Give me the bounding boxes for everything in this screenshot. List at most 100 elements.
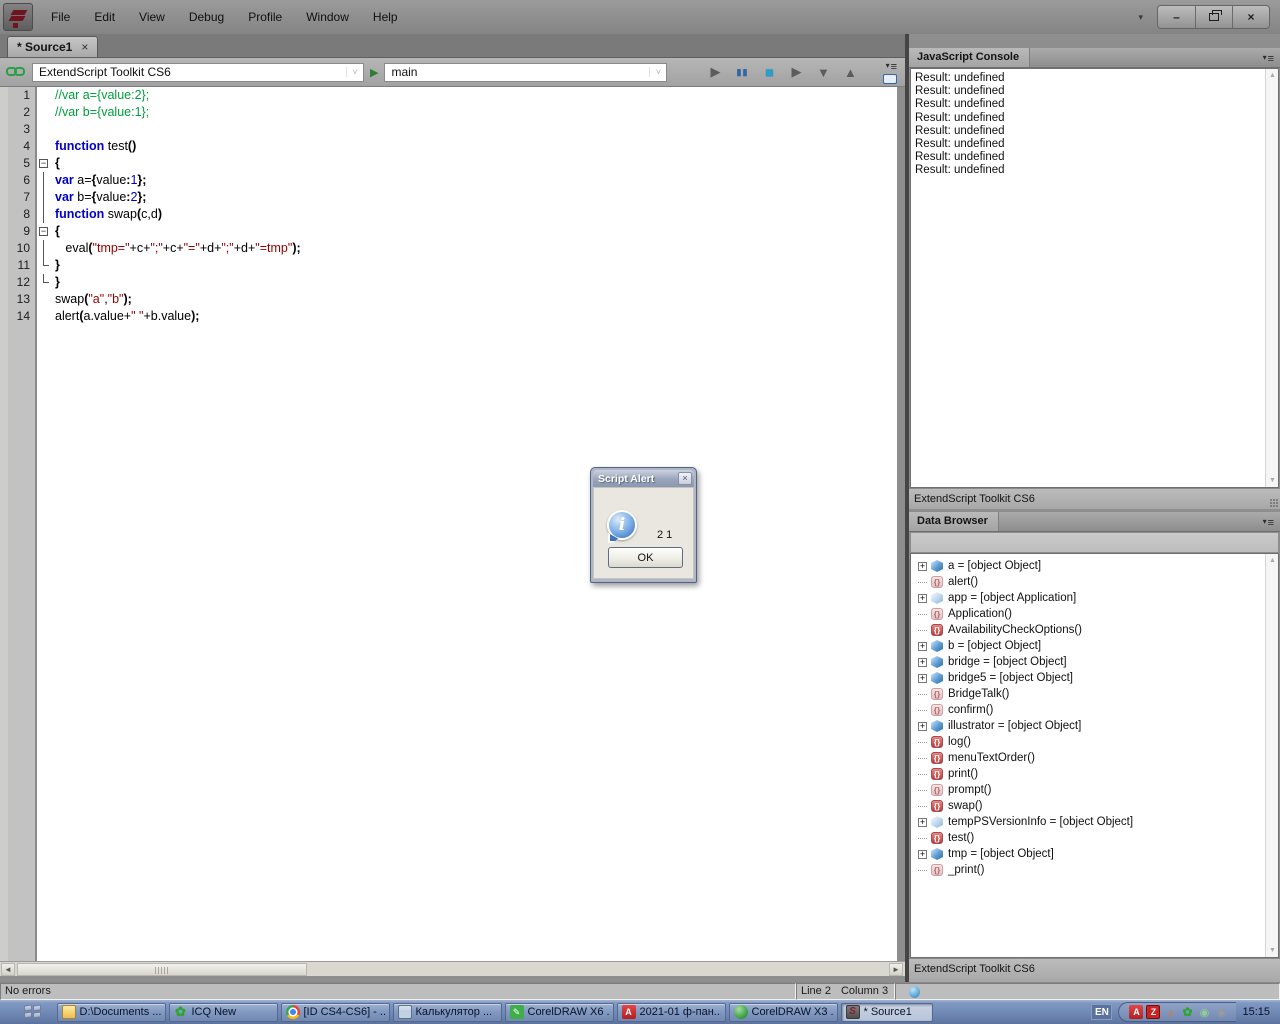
tree-row[interactable]: {}alert()	[911, 574, 1278, 590]
stop-button-stop-icon[interactable]: ■	[759, 62, 779, 82]
tab-source1[interactable]: * Source1 ×	[7, 36, 98, 57]
menu-file[interactable]: File	[39, 0, 82, 34]
tree-row[interactable]: {}Application()	[911, 606, 1278, 622]
taskbar-clock[interactable]: 15:15	[1242, 1006, 1270, 1018]
tree-row[interactable]: {}BridgeTalk()	[911, 686, 1278, 702]
tree-row[interactable]: +bridge5 = [object Object]	[911, 670, 1278, 686]
step-out-button-step-out-icon[interactable]: ▲	[840, 62, 860, 82]
tree-row[interactable]: {}prompt()	[911, 782, 1278, 798]
data-browser-menu-icon[interactable]: ▾≡	[1263, 512, 1280, 531]
workspace-caret-icon[interactable]: ▾	[1138, 12, 1143, 23]
taskbar-item[interactable]: S* Source1	[841, 1003, 933, 1022]
menu-debug[interactable]: Debug	[177, 0, 236, 34]
tree-row[interactable]: +illustrator = [object Object]	[911, 718, 1278, 734]
code-line[interactable]: //var a={value:2};	[55, 87, 897, 104]
code-line[interactable]: var a={value:1};	[55, 172, 897, 189]
menu-edit[interactable]: Edit	[82, 0, 127, 34]
scroll-right-icon[interactable]: ►	[889, 963, 903, 976]
minimize-button[interactable]: –	[1158, 6, 1195, 28]
ok-button[interactable]: OK	[608, 547, 683, 568]
resize-grip-icon[interactable]	[1270, 499, 1278, 507]
tree-row[interactable]: {}print()	[911, 766, 1278, 782]
restore-button[interactable]	[1195, 6, 1232, 28]
fold-cell[interactable]	[37, 206, 52, 223]
windows-logo-icon[interactable]	[24, 1005, 41, 1019]
fold-cell[interactable]: −	[37, 223, 52, 240]
data-browser-scrollbar[interactable]: ▲ ▼	[1265, 554, 1278, 957]
chevron-down-icon[interactable]: ˅	[649, 67, 666, 77]
menu-profile[interactable]: Profile	[236, 0, 294, 34]
editor-panel-menu-icon[interactable]: ▾≡	[886, 60, 897, 73]
taskbar-item[interactable]: ✿ICQ New	[169, 1003, 278, 1022]
fold-cell[interactable]	[37, 257, 52, 274]
console-panel-menu-icon[interactable]: ▾≡	[1263, 48, 1280, 67]
step-into-button-step-into-icon[interactable]: ▼	[813, 62, 833, 82]
tab-javascript-console[interactable]: JavaScript Console	[909, 48, 1030, 67]
code-line[interactable]: function swap(c,d)	[55, 206, 897, 223]
dialog-close-icon[interactable]: ×	[678, 472, 692, 485]
tree-row[interactable]: {}menuTextOrder()	[911, 750, 1278, 766]
expand-plus-icon[interactable]: +	[918, 722, 927, 731]
expand-plus-icon[interactable]: +	[918, 658, 927, 667]
fold-collapse-icon[interactable]: −	[39, 159, 48, 168]
scroll-up-icon[interactable]: ▲	[1267, 555, 1278, 566]
code-line[interactable]: swap("a","b");	[55, 291, 897, 308]
expand-plus-icon[interactable]: +	[918, 674, 927, 683]
menu-help[interactable]: Help	[361, 0, 410, 34]
fold-cell[interactable]: −	[37, 155, 52, 172]
tree-row[interactable]: +b = [object Object]	[911, 638, 1278, 654]
punto-switcher-icon[interactable]: Z	[1146, 1005, 1160, 1019]
taskbar-item[interactable]: D:\Documents ...	[57, 1003, 166, 1022]
run-button-play-icon[interactable]: ▶	[705, 62, 725, 82]
scroll-down-icon[interactable]: ▼	[1267, 475, 1278, 486]
menu-view[interactable]: View	[127, 0, 177, 34]
code-line[interactable]: eval("tmp="+c+";"+c+"="+d+";"+d+"=tmp");	[55, 240, 897, 257]
fold-collapse-icon[interactable]: −	[39, 227, 48, 236]
taskbar-item[interactable]: ✎CorelDRAW X6 ...	[505, 1003, 614, 1022]
taskbar-item[interactable]: Калькулятор ...	[393, 1003, 502, 1022]
pause-button-pause-icon[interactable]: ▮▮	[732, 62, 752, 82]
engine-dropdown[interactable]: main ˅	[384, 63, 667, 82]
expand-plus-icon[interactable]: +	[918, 850, 927, 859]
tree-row[interactable]: +tmp = [object Object]	[911, 846, 1278, 862]
code-area[interactable]: //var a={value:2};//var b={value:1}; func…	[52, 87, 897, 961]
taskbar-item[interactable]: CorelDRAW X3 ...	[729, 1003, 838, 1022]
tree-row[interactable]: {}log()	[911, 734, 1278, 750]
code-line[interactable]: function test()	[55, 138, 897, 155]
close-button[interactable]: ×	[1232, 6, 1269, 28]
step-over-button-step-over-icon[interactable]: ▶	[786, 62, 806, 82]
taskbar-item[interactable]: [ID CS4-CS6] - ...	[281, 1003, 390, 1022]
tree-row[interactable]: {}test()	[911, 830, 1278, 846]
tree-row[interactable]: +app = [object Application]	[911, 590, 1278, 606]
tree-row[interactable]: {}AvailabilityCheckOptions()	[911, 622, 1278, 638]
editor-horizontal-scrollbar[interactable]: ◄ ►	[0, 961, 905, 976]
code-line[interactable]: }	[55, 274, 897, 291]
tree-row[interactable]: +tempPSVersionInfo = [object Object]	[911, 814, 1278, 830]
tab-close-icon[interactable]: ×	[81, 42, 88, 52]
code-editor[interactable]: 1234567891011121314 −− //var a={value:2}…	[0, 87, 897, 961]
console-output[interactable]: Result: undefinedResult: undefinedResult…	[910, 68, 1279, 488]
tree-row[interactable]: {}swap()	[911, 798, 1278, 814]
scrollbar-thumb[interactable]	[17, 963, 307, 976]
expand-plus-icon[interactable]: +	[918, 818, 927, 827]
sound-device-icon[interactable]: ◉	[1214, 1005, 1228, 1019]
tree-row[interactable]: +bridge = [object Object]	[911, 654, 1278, 670]
code-line[interactable]	[55, 121, 897, 138]
chevron-down-icon[interactable]: ˅	[346, 67, 363, 77]
fold-cell[interactable]	[37, 240, 52, 257]
fold-cell[interactable]	[37, 189, 52, 206]
data-browser-filter-input[interactable]	[910, 532, 1279, 553]
volume-icon[interactable]: ♪	[1163, 1005, 1177, 1019]
data-browser-tree[interactable]: +a = [object Object]{}alert()+app = [obj…	[910, 553, 1279, 958]
code-fold-margin[interactable]: −−	[37, 87, 52, 961]
acrobat-icon[interactable]: A	[1129, 1005, 1143, 1019]
code-line[interactable]: //var b={value:1};	[55, 104, 897, 121]
taskbar-item[interactable]: A2021-01 ф-пан...	[617, 1003, 726, 1022]
scroll-up-icon[interactable]: ▲	[1267, 70, 1278, 81]
tree-row[interactable]: {}_print()	[911, 862, 1278, 878]
tree-row[interactable]: {}confirm()	[911, 702, 1278, 718]
code-line[interactable]: }	[55, 257, 897, 274]
target-app-dropdown[interactable]: ExtendScript Toolkit CS6 ˅	[32, 63, 364, 82]
expand-plus-icon[interactable]: +	[918, 594, 927, 603]
tab-data-browser[interactable]: Data Browser	[909, 512, 999, 531]
